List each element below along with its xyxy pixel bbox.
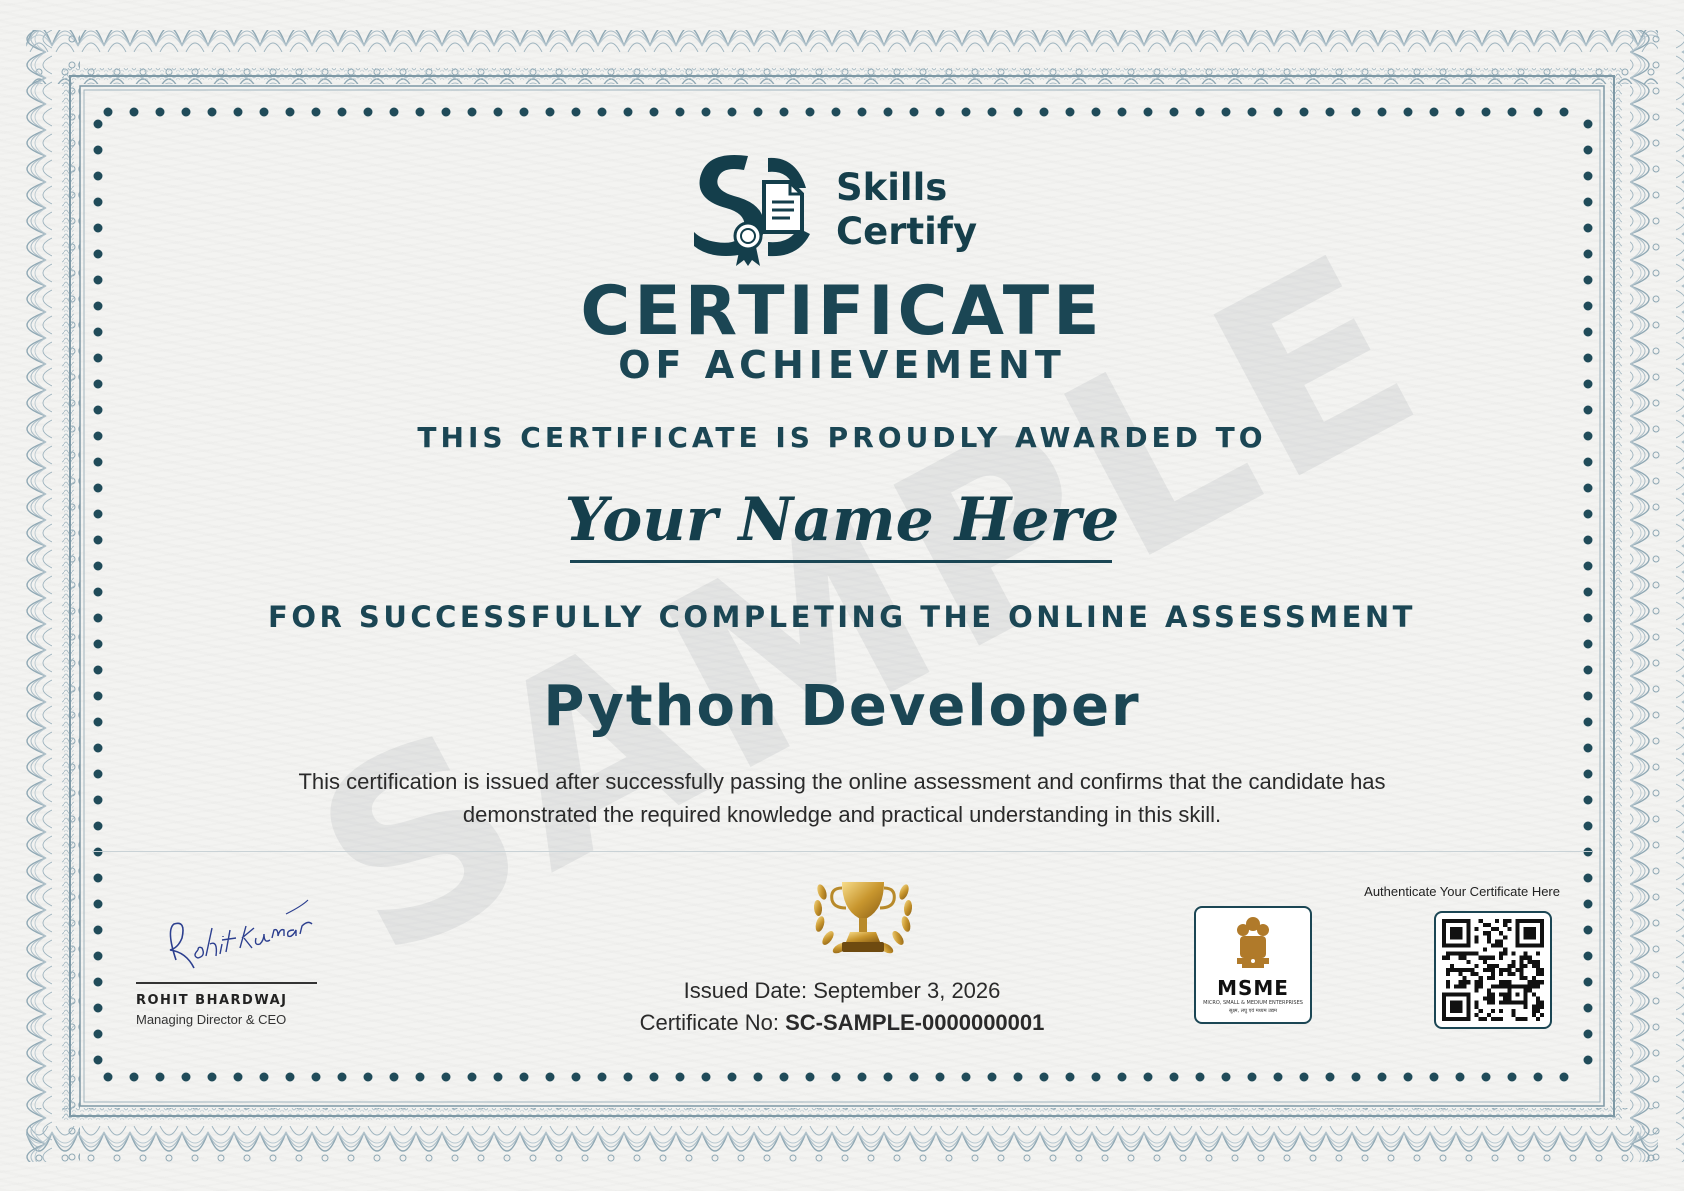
description-line-1: This certification is issued after succe…	[298, 769, 1386, 794]
brand-logo: Skills Certify	[686, 148, 1006, 268]
brand-name-line2: Certify	[836, 210, 978, 253]
certificate-number: Certificate No: SC-SAMPLE-0000000001	[0, 1008, 1684, 1038]
issued-date: Issued Date: September 3, 2026	[0, 976, 1684, 1006]
skill-title: Python Developer	[543, 674, 1141, 739]
skills-certify-logo-icon	[694, 154, 810, 266]
emblem-icon	[1237, 917, 1269, 968]
brand-name-line1: Skills	[836, 166, 948, 209]
qr-code[interactable]	[1434, 911, 1552, 1029]
certificate-description: This certification is issued after succe…	[0, 765, 1684, 831]
issued-date-label: Issued Date:	[683, 978, 808, 1003]
authenticate-label: Authenticate Your Certificate Here	[1364, 884, 1560, 899]
msme-subtext: MICRO, SMALL & MEDIUM ENTERPRISES	[1203, 1000, 1303, 1006]
signature-icon	[169, 899, 313, 969]
trophy-laurel-icon	[813, 882, 913, 954]
completion-text: FOR SUCCESSFULLY COMPLETING THE ONLINE A…	[268, 600, 1416, 634]
recipient-name: Your Name Here	[564, 485, 1120, 555]
certificate-content: SAMPLE Skills Certify CERTIFICATE OF ACH…	[0, 0, 1684, 1191]
description-line-2: demonstrated the required knowledge and …	[462, 802, 1222, 827]
certificate-number-value: SC-SAMPLE-0000000001	[785, 1010, 1045, 1035]
msme-hindi-text: सूक्ष्म, लघु एवं मध्यम उद्यम	[1228, 1008, 1278, 1014]
certificate-subtitle: OF ACHIEVEMENT	[618, 343, 1066, 387]
awarded-to-text: THIS CERTIFICATE IS PROUDLY AWARDED TO	[417, 421, 1267, 454]
certificate-title: CERTIFICATE	[580, 272, 1104, 351]
brand-name: Skills Certify	[836, 166, 977, 254]
msme-label: MSME	[1217, 976, 1289, 1000]
certificate-number-label: Certificate No:	[639, 1010, 779, 1035]
section-divider	[92, 851, 1592, 852]
qr-code-icon	[1442, 919, 1544, 1021]
msme-badge: MSME MICRO, SMALL & MEDIUM ENTERPRISES स…	[1194, 906, 1312, 1024]
issued-date-value: September 3, 2026	[813, 978, 1001, 1003]
name-underline	[570, 560, 1112, 563]
